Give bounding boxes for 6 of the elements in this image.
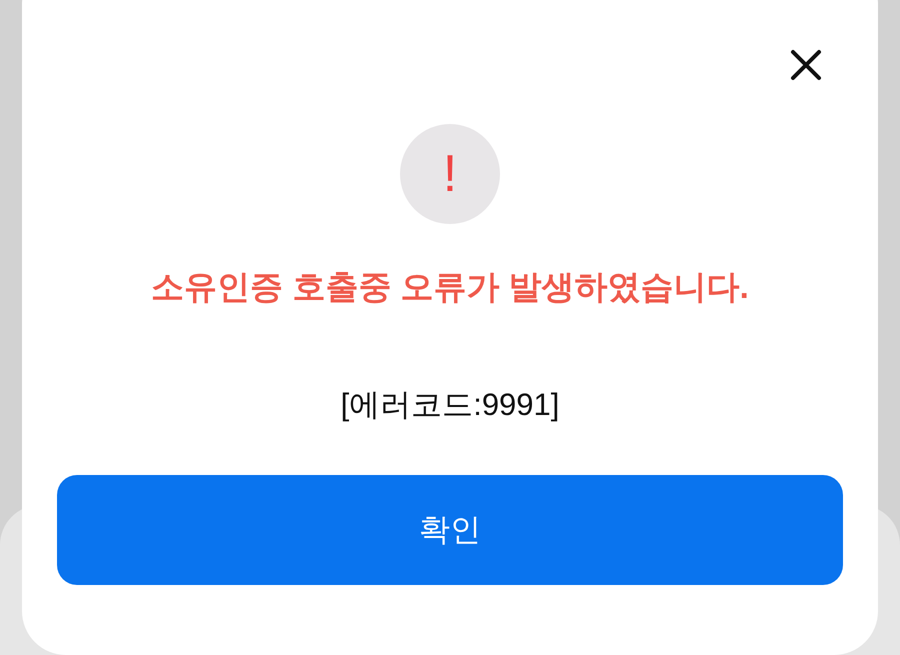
error-code: [에러코드:9991] — [340, 386, 560, 424]
confirm-button[interactable]: 확인 — [57, 475, 843, 585]
close-button[interactable] — [789, 48, 823, 82]
error-message: 소유인증 호출중 오류가 발생하였습니다. — [151, 267, 749, 307]
alert-icon: ! — [400, 124, 500, 224]
close-icon — [790, 49, 822, 81]
